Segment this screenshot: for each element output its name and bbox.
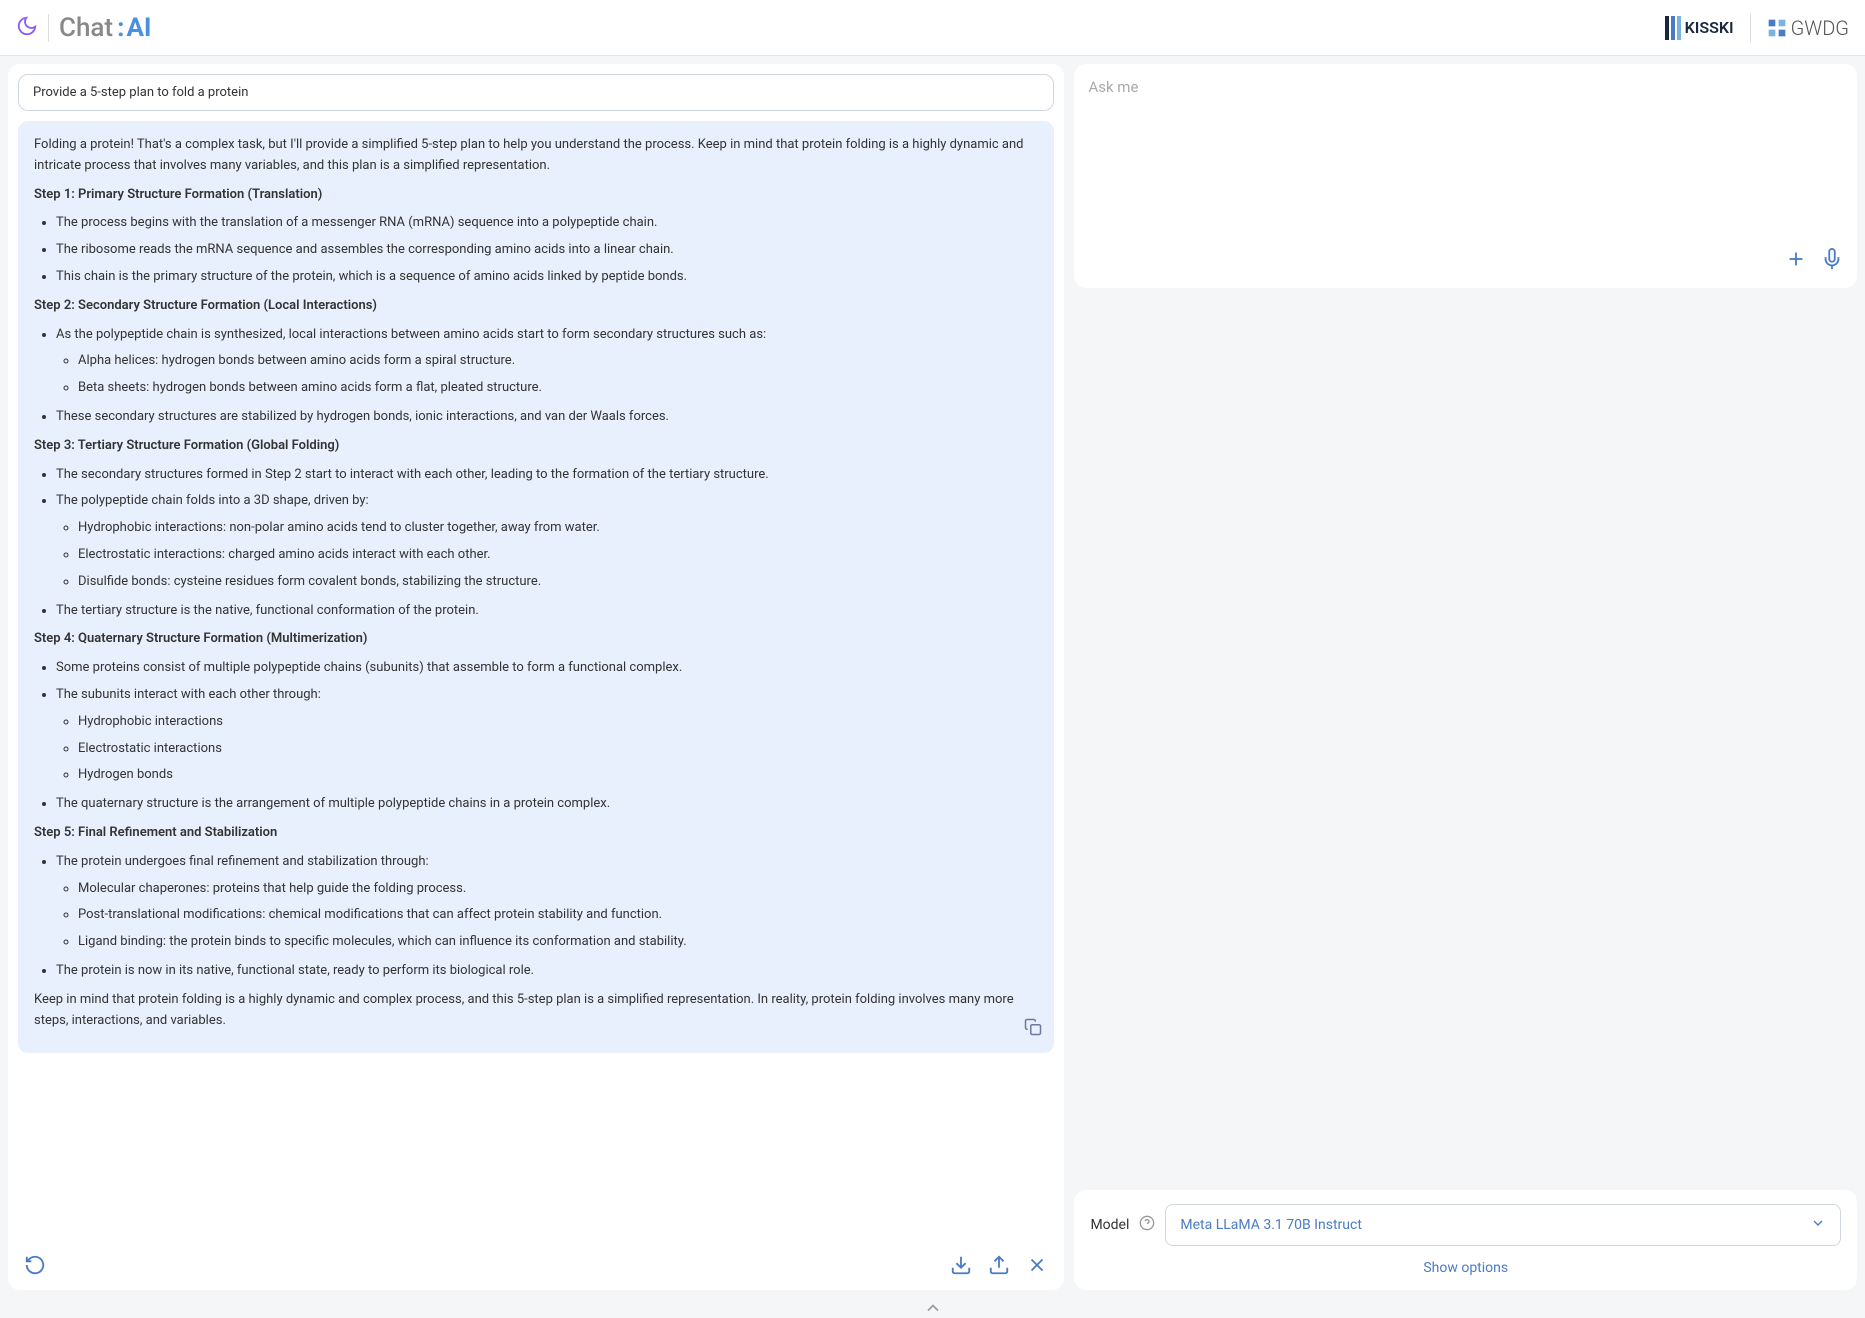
download-icon[interactable] [950,1254,972,1280]
gwdg-logo[interactable]: GWDG [1767,16,1849,40]
model-select[interactable]: Meta LLaMA 3.1 70B Instruct [1165,1204,1841,1246]
model-selected-text: Meta LLaMA 3.1 70B Instruct [1180,1217,1362,1233]
help-icon[interactable] [1139,1215,1155,1235]
list-text: As the polypeptide chain is synthesized,… [56,327,766,342]
list-text: The subunits interact with each other th… [56,687,321,702]
show-options-link[interactable]: Show options [1090,1260,1841,1276]
list-item: The ribosome reads the mRNA sequence and… [56,240,1038,261]
step2-title: Step 2: Secondary Structure Formation (L… [34,298,377,313]
logo-text: Chat [59,13,113,43]
list-item: Some proteins consist of multiple polype… [56,658,1038,679]
main-container: Provide a 5-step plan to fold a protein … [0,56,1865,1298]
list-item: The polypeptide chain folds into a 3D sh… [56,491,1038,592]
list-item: Alpha helices: hydrogen bonds between am… [78,351,1038,372]
model-label: Model [1090,1217,1129,1233]
gwdg-text: GWDG [1791,16,1849,40]
header-left: Chat : AI [16,13,152,43]
list-item: Electrostatic interactions: charged amin… [78,545,1038,566]
kisski-logo[interactable]: KISSKI [1665,16,1734,40]
chevron-down-icon [1810,1215,1826,1235]
list-item: These secondary structures are stabilize… [56,407,1038,428]
header: Chat : AI KISSKI GWDG [0,0,1865,56]
list-item: The tertiary structure is the native, fu… [56,601,1038,622]
divider [48,14,49,42]
list-item: Hydrogen bonds [78,765,1038,786]
assistant-message: Folding a protein! That's a complex task… [18,121,1054,1053]
list-item: As the polypeptide chain is synthesized,… [56,325,1038,399]
chat-panel: Provide a 5-step plan to fold a protein … [8,64,1064,1290]
list-item: Ligand binding: the protein binds to spe… [78,932,1038,953]
step1-title: Step 1: Primary Structure Formation (Tra… [34,187,322,202]
step4-title: Step 4: Quaternary Structure Formation (… [34,631,367,646]
logo-ai: AI [126,13,151,43]
user-message-text: Provide a 5-step plan to fold a protein [33,85,248,100]
list-text: The protein undergoes final refinement a… [56,854,429,869]
list-item: The quaternary structure is the arrangem… [56,794,1038,815]
user-message: Provide a 5-step plan to fold a protein [18,74,1054,111]
list-item: Electrostatic interactions [78,739,1038,760]
header-right: KISSKI GWDG [1665,14,1849,42]
assistant-outro: Keep in mind that protein folding is a h… [34,990,1038,1032]
list-item: The secondary structures formed in Step … [56,465,1038,486]
list-item: The protein undergoes final refinement a… [56,852,1038,953]
chat-content[interactable]: Provide a 5-step plan to fold a protein … [8,64,1064,1244]
undo-icon[interactable] [24,1254,46,1280]
step3-title: Step 3: Tertiary Structure Formation (Gl… [34,438,339,453]
bottom-chevron[interactable] [0,1298,1865,1318]
right-panel: Model Meta LLaMA 3.1 70B Instruct Show o… [1074,64,1857,1290]
copy-icon[interactable] [1024,1018,1042,1044]
list-item: Hydrophobic interactions [78,712,1038,733]
theme-toggle-icon[interactable] [16,15,38,41]
kisski-text: KISSKI [1685,18,1734,37]
microphone-icon[interactable] [1821,248,1843,274]
chat-footer [8,1244,1064,1290]
input-card [1074,64,1857,288]
list-item: This chain is the primary structure of t… [56,267,1038,288]
list-item: Molecular chaperones: proteins that help… [78,879,1038,900]
close-icon[interactable] [1026,1254,1048,1280]
list-text: The polypeptide chain folds into a 3D sh… [56,493,369,508]
step5-title: Step 5: Final Refinement and Stabilizati… [34,825,277,840]
list-item: The process begins with the translation … [56,213,1038,234]
model-card: Model Meta LLaMA 3.1 70B Instruct Show o… [1074,1190,1857,1290]
plus-icon[interactable] [1785,248,1807,274]
list-item: Disulfide bonds: cysteine residues form … [78,572,1038,593]
list-item: The protein is now in its native, functi… [56,961,1038,982]
list-item: Beta sheets: hydrogen bonds between amin… [78,378,1038,399]
list-item: The subunits interact with each other th… [56,685,1038,786]
list-item: Hydrophobic interactions: non-polar amin… [78,518,1038,539]
ask-input[interactable] [1088,78,1843,248]
divider [1750,14,1751,42]
app-logo[interactable]: Chat : AI [59,13,152,43]
list-item: Post-translational modifications: chemic… [78,905,1038,926]
upload-icon[interactable] [988,1254,1010,1280]
assistant-intro: Folding a protein! That's a complex task… [34,135,1038,177]
